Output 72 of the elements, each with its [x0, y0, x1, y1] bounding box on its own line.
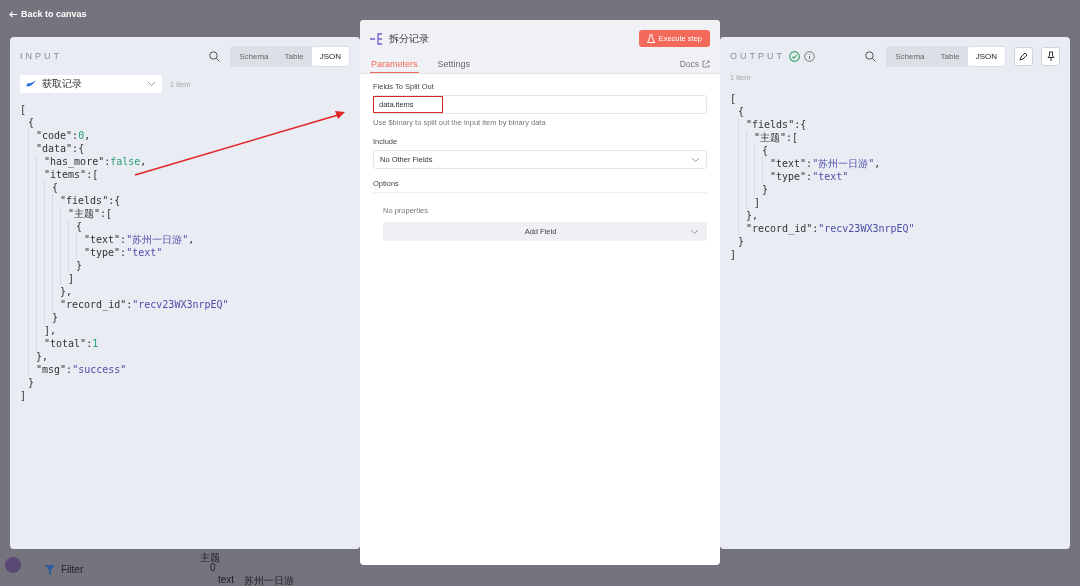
split-icon	[370, 32, 383, 45]
code-line: "text":"苏州一日游",	[770, 156, 881, 171]
avatar	[5, 557, 21, 573]
panel-title: OUTPUT	[730, 51, 785, 61]
code-line: {	[52, 182, 59, 193]
code-line: [	[20, 104, 27, 115]
check-circle-icon	[789, 50, 800, 62]
code-line: ]	[20, 390, 27, 401]
chevron-down-icon	[691, 156, 700, 163]
filter-button[interactable]: Filter	[45, 564, 84, 575]
view-tab[interactable]: JSON	[967, 46, 1005, 66]
code-line: "主题":[	[68, 206, 113, 221]
node-select[interactable]: 获取记录	[20, 75, 162, 93]
code-line: "text":"苏州一日游",	[84, 232, 195, 247]
code-line: "record_id":"recv23WX3nrpEQ"	[746, 223, 915, 234]
code-line: },	[746, 210, 759, 221]
code-line: "主题":[	[754, 130, 799, 145]
code-line: {	[738, 106, 745, 117]
code-line: },	[60, 286, 73, 297]
code-line: "record_id":"recv23WX3nrpEQ"	[60, 299, 229, 310]
code-line: "msg":"success"	[36, 364, 127, 375]
code-line: }	[762, 184, 769, 195]
back-link[interactable]: Back to canvas	[9, 9, 87, 19]
code-line: }	[738, 236, 745, 247]
code-line: "type":"text"	[84, 247, 163, 258]
code-line: "code":0,	[36, 130, 91, 141]
code-line: }	[52, 312, 59, 323]
chevron-down-icon	[147, 81, 156, 87]
search-icon[interactable]	[865, 50, 877, 62]
flask-icon	[646, 34, 655, 43]
code-line: "total":1	[44, 338, 99, 349]
search-icon[interactable]	[209, 50, 221, 62]
code-line: {	[762, 145, 769, 156]
chevron-down-icon	[690, 228, 699, 235]
tab[interactable]: Settings	[436, 59, 472, 73]
view-tab[interactable]: Table	[276, 46, 312, 66]
column-header: 主题	[200, 551, 220, 564]
view-tab[interactable]: Table	[932, 46, 968, 66]
code-line: [	[730, 93, 737, 104]
code-line: ]	[730, 249, 737, 260]
code-line: },	[36, 351, 49, 362]
pin-icon	[1046, 51, 1055, 61]
edit-button[interactable]	[1014, 46, 1033, 66]
code-line: "items":[	[44, 169, 99, 180]
code-line: "type":"text"	[770, 171, 849, 182]
bird-icon	[26, 80, 36, 88]
code-line: "fields":{	[746, 119, 807, 130]
code-line: }	[28, 377, 35, 388]
code-line: ],	[44, 325, 57, 336]
arrow-left-icon	[9, 9, 18, 19]
field-name: text	[218, 574, 235, 585]
info-icon	[804, 50, 815, 62]
code-line: ]	[68, 273, 75, 284]
code-line: "fields":{	[60, 195, 121, 206]
code-line: ]	[754, 197, 761, 208]
row-index: 0	[210, 562, 216, 573]
tab[interactable]: Parameters	[370, 59, 419, 73]
panel-title: INPUT	[20, 51, 62, 61]
code-line: {	[76, 221, 83, 232]
code-line: {	[28, 117, 35, 128]
view-tab[interactable]: Schema	[887, 46, 933, 66]
funnel-icon	[45, 564, 55, 575]
code-line: "data":{	[36, 143, 85, 154]
pencil-icon	[1019, 51, 1028, 61]
view-tab[interactable]: Schema	[231, 46, 277, 66]
docs-link[interactable]: Docs	[679, 59, 710, 73]
view-tab[interactable]: JSON	[311, 46, 349, 66]
node-title: 拆分记录	[389, 31, 429, 46]
external-link-icon	[702, 60, 710, 68]
code-line: "has_more":false,	[44, 156, 147, 167]
pin-button[interactable]	[1041, 46, 1060, 66]
code-line: }	[76, 260, 83, 271]
